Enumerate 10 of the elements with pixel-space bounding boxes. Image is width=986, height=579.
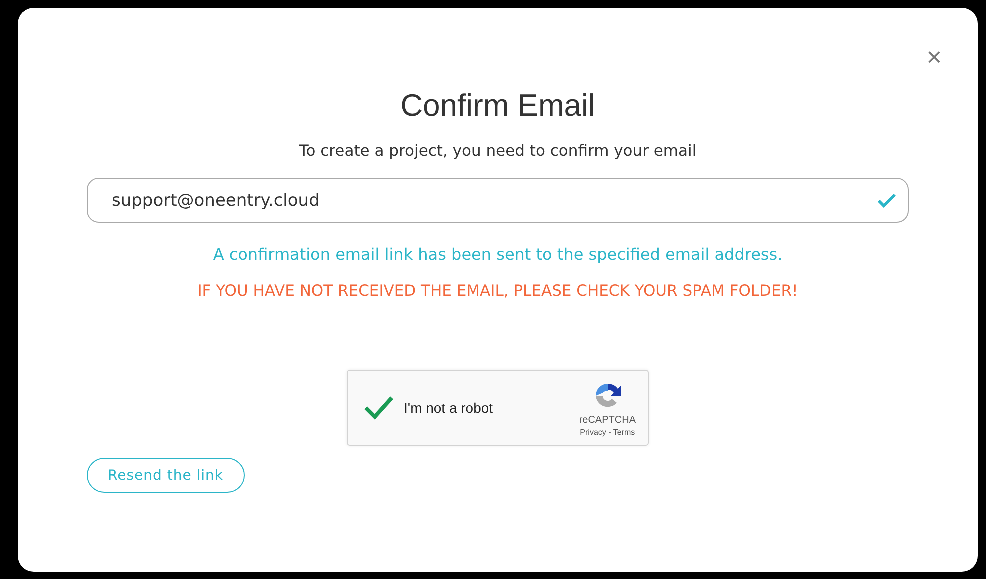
info-message: A confirmation email link has been sent to the specified email address. xyxy=(212,245,784,264)
captcha-label: I'm not a robot xyxy=(404,400,494,416)
warning-message: IF YOU HAVE NOT RECEIVED THE EMAIL, PLEASE CHECK YOUR SPAM FOLDER! xyxy=(196,282,800,300)
dialog-title: Confirm Email xyxy=(400,88,596,124)
close-button[interactable]: × xyxy=(926,44,942,70)
captcha-brand: reCAPTCHA xyxy=(579,414,636,426)
subtitle: To create a project, you need to confirm your email xyxy=(298,142,698,160)
email-field[interactable]: support@oneentry.cloud xyxy=(87,178,909,223)
checkmark-icon[interactable] xyxy=(364,395,394,421)
privacy-terms-link[interactable]: Privacy - Terms xyxy=(580,428,636,436)
